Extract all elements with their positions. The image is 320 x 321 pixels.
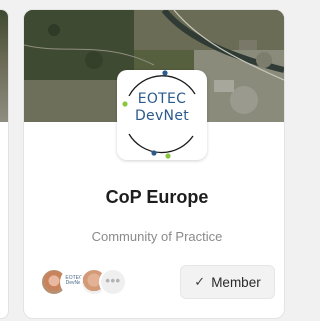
logo-text-line2: DevNet [134,108,190,124]
previous-card-banner [0,10,8,122]
member-button-label: Member [211,274,261,290]
community-logo: EOTEC DevNet [117,70,207,160]
community-title[interactable]: CoP Europe [24,187,284,208]
community-subtitle: Community of Practice [91,229,223,244]
community-card[interactable]: EOTEC DevNet CoP Europe Community of Pra… [23,9,285,319]
more-members-indicator[interactable]: ••• [99,268,127,296]
member-button[interactable]: ✓ Member [180,265,275,299]
check-icon: ✓ [194,274,206,289]
previous-card-edge[interactable] [0,9,9,319]
logo-text-line1: EOTEC [137,91,187,107]
